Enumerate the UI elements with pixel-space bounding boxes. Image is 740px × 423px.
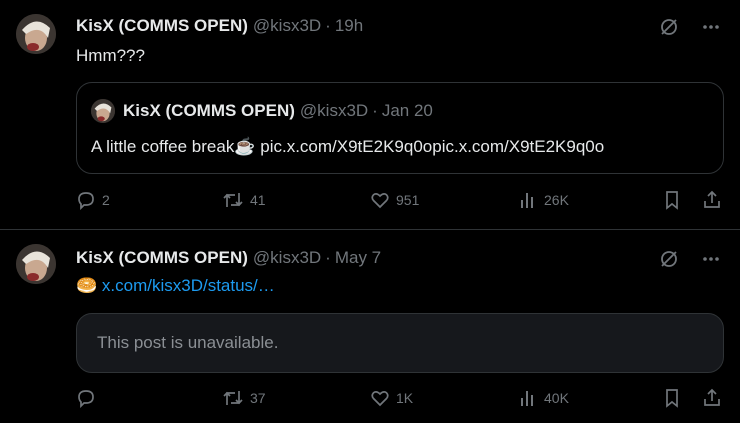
quote-links: pic.x.com/X9tE2K9q0opic.x.com/X9tE2K9q0o — [260, 137, 605, 156]
reply-button[interactable]: 2 — [76, 190, 110, 210]
post-time[interactable]: 19h — [335, 16, 363, 36]
author-handle[interactable]: @kisx3D — [253, 16, 321, 36]
bookmark-button[interactable] — [662, 388, 682, 408]
separator-dot: · — [372, 101, 378, 120]
views-icon — [521, 193, 533, 208]
action-bar: 37 1K 40K — [76, 388, 726, 412]
separator-dot: · — [325, 248, 331, 267]
avatar[interactable] — [16, 14, 56, 54]
more-icon[interactable] — [700, 16, 722, 38]
reply-icon — [78, 192, 94, 210]
quote-author-handle: @kisx3D — [299, 101, 369, 120]
post-text: 🥯 x.com/kisx3D/status/… — [76, 276, 275, 296]
separator-dot: · — [325, 16, 331, 35]
quote-text-body: A little coffee break — [91, 137, 235, 156]
action-bar: 2 41 951 26K — [76, 190, 726, 214]
grok-icon[interactable] — [658, 248, 680, 270]
like-count: 1K — [396, 390, 414, 406]
post[interactable]: KisX (COMMS OPEN) @kisx3D · 19h Hmm??? K… — [0, 0, 740, 230]
views-icon — [521, 391, 533, 406]
author-handle[interactable]: @kisx3D — [253, 248, 321, 268]
like-button[interactable]: 951 — [370, 190, 419, 210]
coffee-emoji: ☕ — [234, 137, 256, 156]
like-button[interactable]: 1K — [370, 388, 413, 408]
repost-icon — [223, 391, 243, 405]
bookmark-icon — [666, 191, 678, 210]
author-name[interactable]: KisX (COMMS OPEN) — [76, 248, 248, 268]
repost-button[interactable]: 41 — [222, 190, 266, 210]
views-count: 26K — [544, 192, 569, 208]
grok-icon[interactable] — [658, 16, 680, 38]
like-icon — [371, 391, 389, 407]
unavailable-post-card: This post is unavailable. — [76, 313, 724, 373]
views-count: 40K — [544, 390, 569, 406]
like-count: 951 — [396, 192, 420, 208]
quote-time: Jan 20 — [381, 101, 433, 120]
post[interactable]: KisX (COMMS OPEN) @kisx3D · May 7 🥯 x.co… — [0, 230, 740, 423]
reply-button[interactable] — [76, 388, 102, 408]
quote-text: A little coffee break☕ pic.x.com/X9tE2K9… — [91, 137, 604, 157]
avatar[interactable] — [16, 244, 56, 284]
unavailable-text: This post is unavailable. — [97, 333, 279, 352]
quote-author-name: KisX (COMMS OPEN) — [123, 101, 295, 120]
bookmark-button[interactable] — [662, 190, 682, 210]
bookmark-icon — [666, 389, 678, 408]
more-icon[interactable] — [700, 248, 722, 270]
post-text: Hmm??? — [76, 46, 145, 65]
post-time[interactable]: May 7 — [335, 248, 381, 268]
quoted-post[interactable]: KisX (COMMS OPEN) @kisx3D · Jan 20 A lit… — [76, 82, 724, 174]
views-button[interactable]: 40K — [518, 388, 569, 408]
share-icon — [704, 190, 720, 208]
repost-icon — [223, 193, 243, 207]
status-link[interactable]: x.com/kisx3D/status/… — [102, 276, 275, 295]
quote-avatar — [91, 99, 115, 123]
repost-count: 41 — [250, 192, 266, 208]
share-button[interactable] — [702, 190, 722, 210]
repost-button[interactable]: 37 — [222, 388, 266, 408]
repost-count: 37 — [250, 390, 266, 406]
author-name[interactable]: KisX (COMMS OPEN) — [76, 16, 248, 36]
reply-icon — [78, 390, 94, 408]
bagel-emoji: 🥯 — [76, 276, 98, 295]
share-button[interactable] — [702, 388, 722, 408]
like-icon — [371, 193, 389, 209]
share-icon — [704, 388, 720, 406]
reply-count: 2 — [102, 192, 110, 208]
views-button[interactable]: 26K — [518, 190, 569, 210]
